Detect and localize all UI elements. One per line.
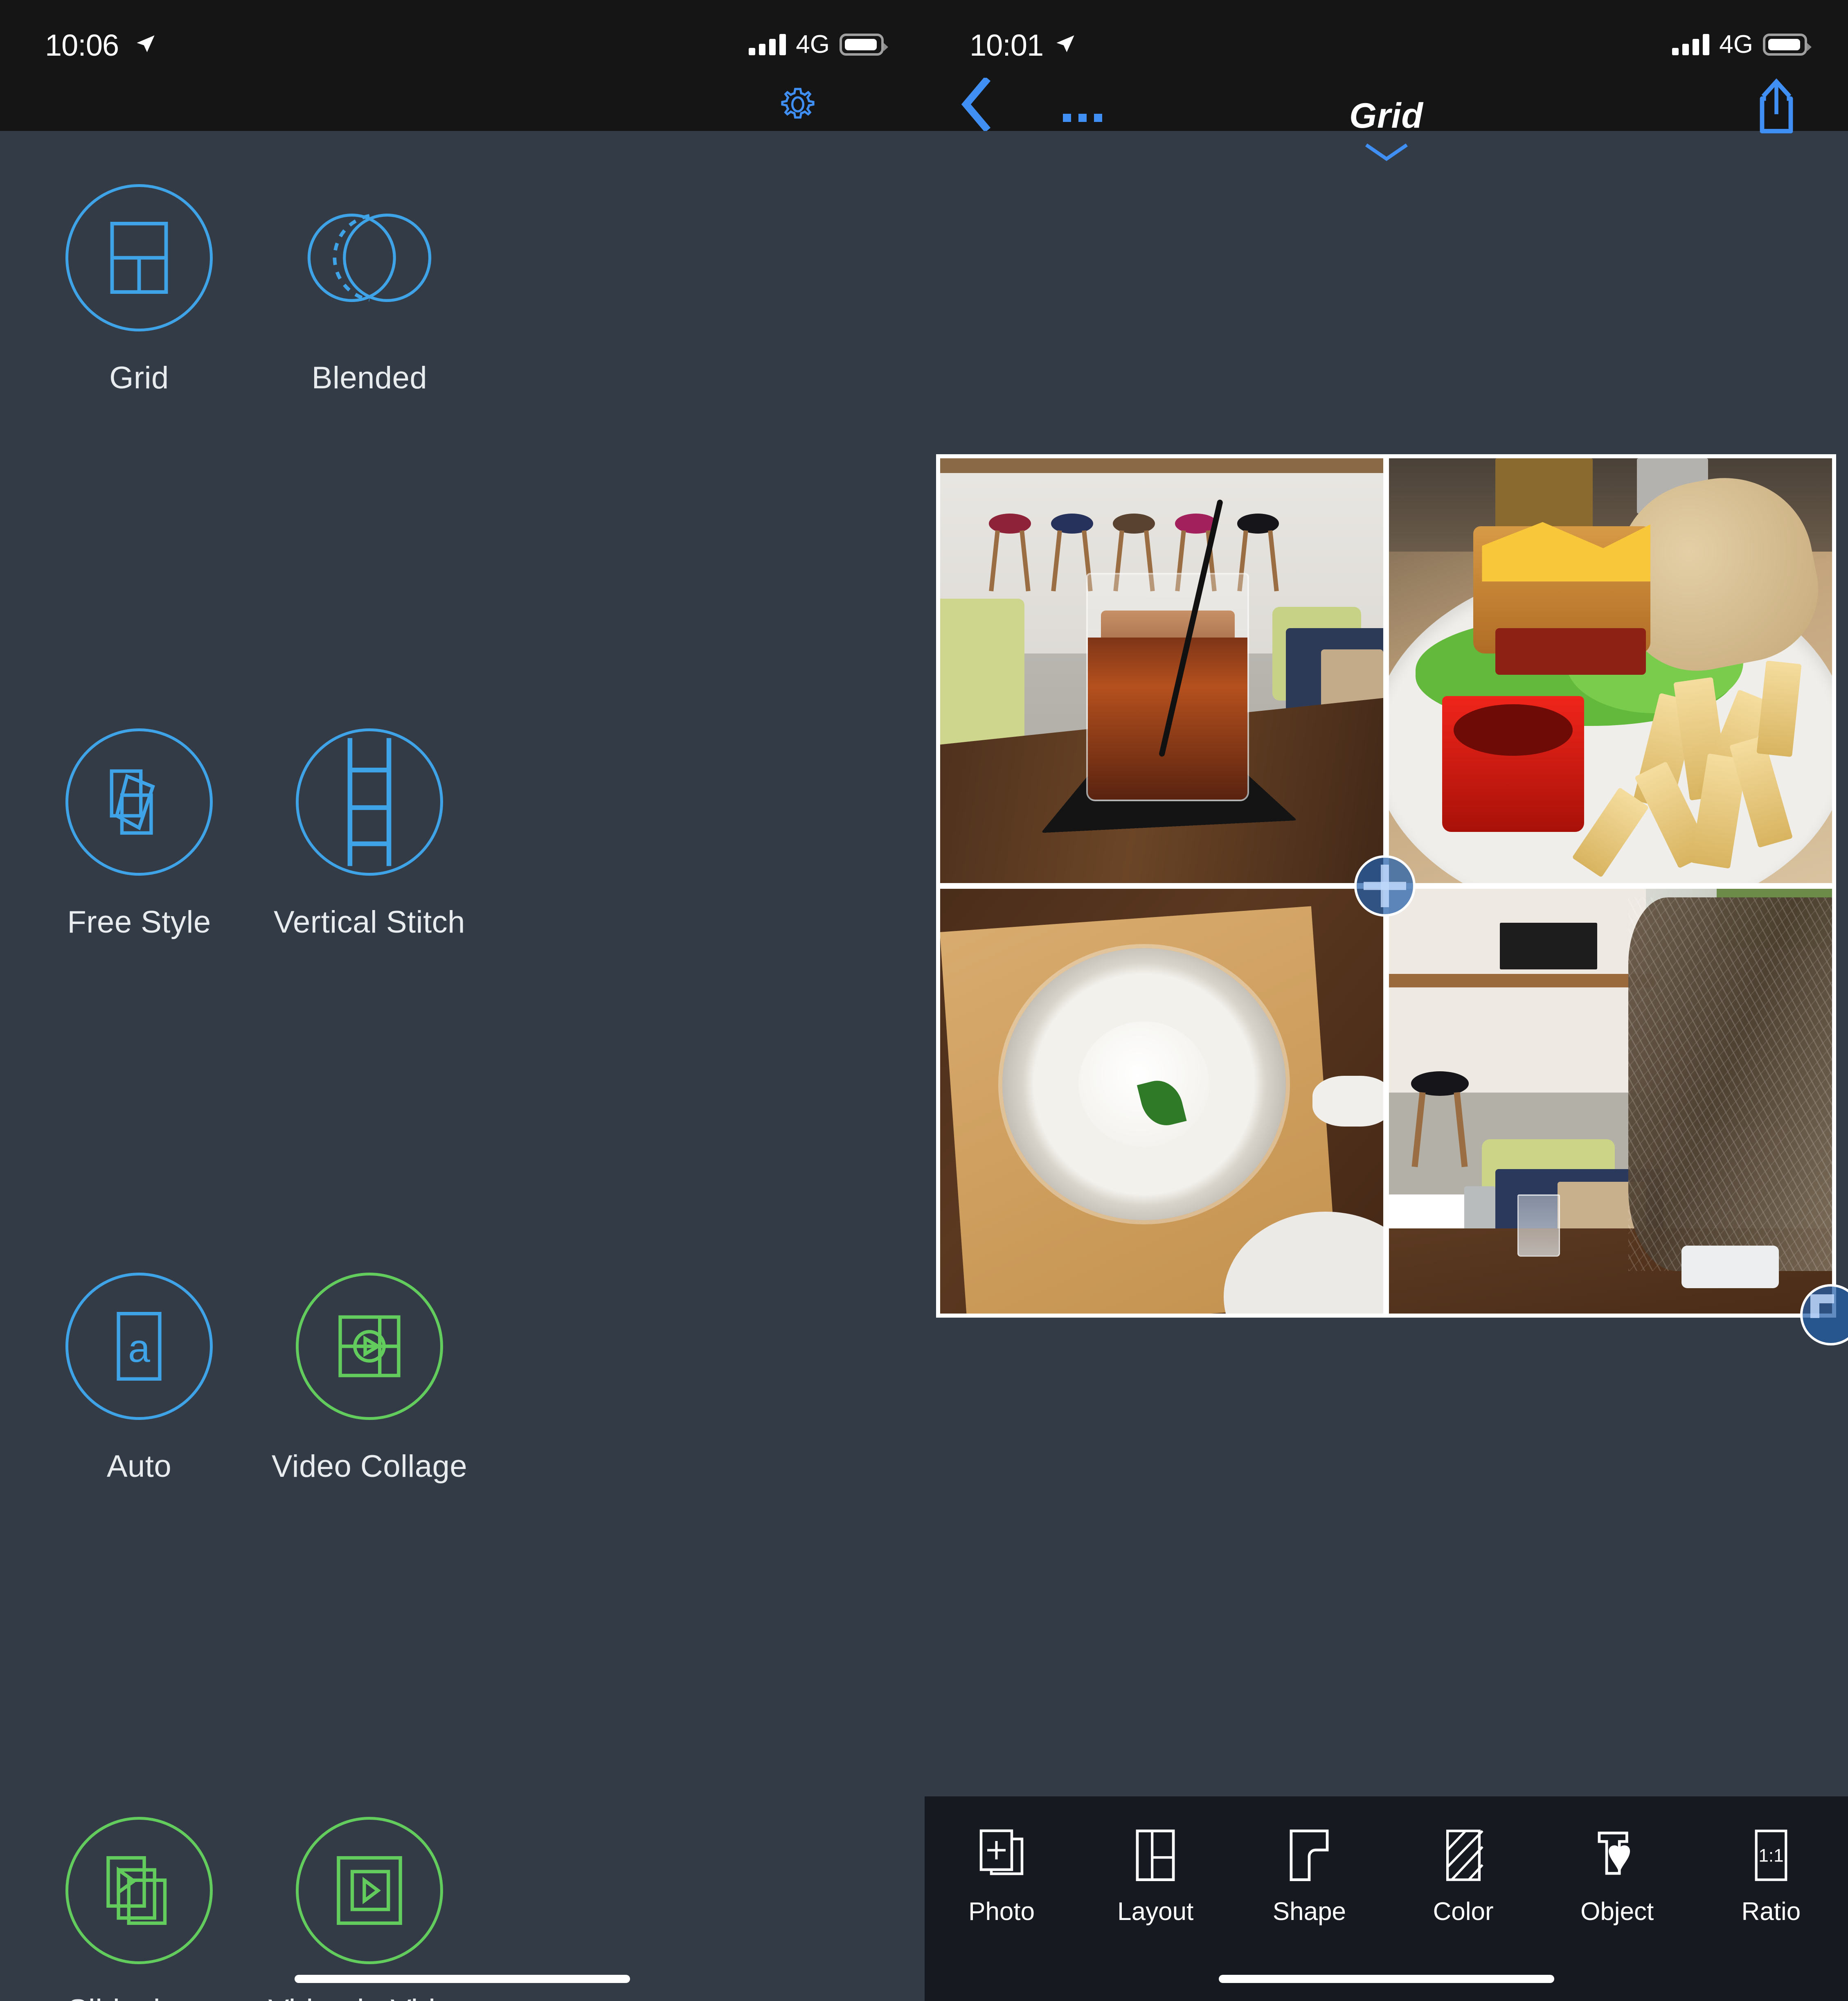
toolbar-label: Object: [1580, 1897, 1654, 1926]
collage-canvas[interactable]: [936, 454, 1848, 1345]
toolbar-label: Ratio: [1741, 1897, 1801, 1926]
photo-cafe-table: [1389, 889, 1832, 1314]
free-style-icon: [65, 728, 213, 876]
collage-cell-top-left[interactable]: [940, 458, 1383, 883]
layout-grid-icon: [1114, 1823, 1196, 1888]
mode-label: Free Style: [67, 905, 211, 940]
toolbar-item-layout[interactable]: Layout: [1114, 1823, 1196, 1926]
mode-video-in-video[interactable]: Video in Video: [239, 1817, 500, 2001]
text-heart-object-icon: [1576, 1823, 1658, 1888]
mode-blended[interactable]: Blended: [239, 184, 500, 396]
photo-iced-coffee: [940, 458, 1383, 883]
hatched-color-icon: [1423, 1823, 1504, 1888]
signal-bars-icon: [1672, 34, 1710, 55]
mode-label: Video Collage: [271, 1449, 468, 1484]
mode-video-collage[interactable]: Video Collage: [239, 1273, 500, 1484]
home-indicator: [1218, 1975, 1554, 1983]
right-status-bar: 10:01 4G: [925, 0, 1848, 74]
toolbar-label: Layout: [1117, 1897, 1194, 1926]
signal-bars-icon: [749, 34, 786, 55]
mode-free-style[interactable]: Free Style: [8, 728, 270, 940]
mode-label: Blended: [311, 361, 428, 395]
grid-layout-icon: [65, 184, 213, 331]
gear-icon[interactable]: [777, 84, 818, 125]
status-time: 10:01: [970, 28, 1044, 62]
battery-icon: [1763, 34, 1812, 56]
page-title: Grid: [1349, 96, 1423, 135]
mode-auto[interactable]: a Auto: [8, 1273, 270, 1484]
toolbar-item-photo[interactable]: Photo: [961, 1823, 1042, 1926]
status-right-cluster: 4G: [749, 30, 888, 59]
right-phone-pane: 10:01 4G Grid Photo Layout Shape Color O…: [925, 0, 1848, 2001]
location-arrow-icon: [137, 35, 155, 52]
collage-cell-top-right[interactable]: [1389, 458, 1832, 883]
share-export-icon[interactable]: [1754, 78, 1799, 135]
toolbar-item-object[interactable]: Object: [1576, 1823, 1658, 1926]
aspect-ratio-icon: 1:1: [1730, 1823, 1812, 1888]
blended-circles-icon: [296, 184, 443, 331]
mode-label: Slideshow: [8, 1993, 270, 2001]
status-time: 10:06: [45, 28, 119, 62]
collage-cell-bottom-right[interactable]: [1389, 889, 1832, 1314]
photo-panna-cotta-jar: [940, 889, 1383, 1314]
toolbar-label: Color: [1433, 1897, 1494, 1926]
center-resize-handle[interactable]: [1354, 855, 1416, 917]
svg-text:1:1: 1:1: [1758, 1846, 1783, 1866]
app-screen: 10:06 4G Grid Blended Free Style Vertica…: [0, 0, 1848, 2001]
video-collage-icon: [296, 1273, 443, 1420]
battery-icon: [840, 34, 888, 56]
mode-list: Grid Blended Free Style Vertical Stitch …: [0, 135, 925, 2001]
video-in-video-icon: [296, 1817, 443, 1964]
mode-slideshow[interactable]: Slideshow: [8, 1817, 270, 2001]
add-photo-icon: [961, 1823, 1042, 1888]
left-phone-pane: 10:06 4G Grid Blended Free Style Vertica…: [0, 0, 925, 2001]
auto-letter-a-icon: a: [65, 1273, 213, 1420]
chevron-down-icon: [1365, 143, 1408, 161]
mode-grid[interactable]: Grid: [8, 184, 270, 396]
toolbar-label: Shape: [1272, 1897, 1346, 1926]
toolbar-item-ratio[interactable]: 1:1 Ratio: [1730, 1823, 1812, 1926]
photo-burger-plate: [1389, 458, 1832, 883]
rounded-corner-shape-icon: [1268, 1823, 1350, 1888]
collage-cell-bottom-left[interactable]: [940, 889, 1383, 1314]
network-type-label: 4G: [796, 30, 830, 59]
mode-label: Auto: [106, 1449, 172, 1484]
slideshow-icon: [65, 1817, 213, 1964]
left-status-bar: 10:06 4G: [0, 0, 925, 74]
toolbar-label: Photo: [968, 1897, 1035, 1926]
location-arrow-icon: [1056, 35, 1074, 52]
title-dropdown[interactable]: Grid: [925, 98, 1848, 161]
toolbar-item-shape[interactable]: Shape: [1268, 1823, 1350, 1926]
editor-toolbar: Photo Layout Shape Color Object 1:1 Rati…: [925, 1796, 1848, 2001]
mode-label: Grid: [109, 361, 169, 395]
home-indicator: [295, 1975, 630, 1983]
network-type-label: 4G: [1719, 30, 1753, 59]
mode-label: Video in Video: [239, 1993, 500, 2001]
toolbar-item-color[interactable]: Color: [1423, 1823, 1504, 1926]
mode-label: Vertical Stitch: [274, 905, 465, 940]
vertical-stitch-icon: [296, 728, 443, 876]
mode-vertical-stitch[interactable]: Vertical Stitch: [239, 728, 500, 940]
status-right-cluster: 4G: [1672, 30, 1812, 59]
svg-text:a: a: [128, 1327, 150, 1370]
